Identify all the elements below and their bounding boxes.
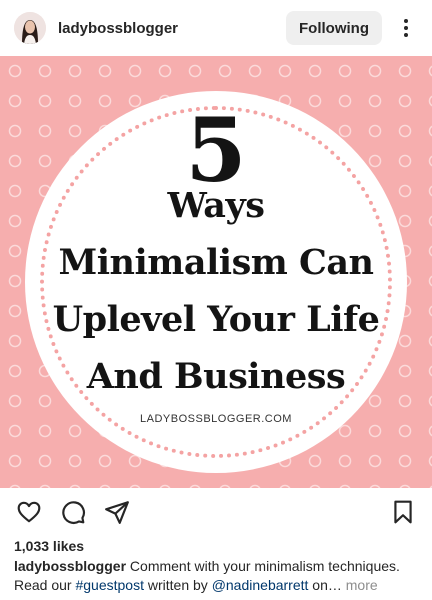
share-icon[interactable]: [102, 497, 132, 527]
site-url: LADYBOSSBLOGGER.COM: [140, 413, 292, 425]
avatar-image: [14, 12, 46, 44]
likes-count[interactable]: 1,033 likes: [14, 538, 84, 554]
caption-text: on…: [312, 577, 342, 593]
bookmark-icon[interactable]: [388, 497, 418, 527]
caption: ladybossblogger Comment with your minima…: [14, 557, 422, 595]
title-number: 5: [185, 98, 247, 202]
title-line: And Business: [86, 356, 346, 397]
title-line: Uplevel Your Life: [52, 299, 380, 340]
mention-link[interactable]: @nadinebarrett: [212, 577, 309, 593]
caption-text: written by: [147, 577, 208, 593]
hashtag-link[interactable]: #guestpost: [75, 577, 144, 593]
more-options-icon[interactable]: [394, 19, 418, 37]
following-button[interactable]: Following: [286, 11, 382, 45]
comment-icon[interactable]: [58, 497, 88, 527]
post-image[interactable]: 5 Ways Minimalism Can Uplevel Your Life …: [0, 56, 432, 488]
avatar[interactable]: [14, 12, 46, 44]
username[interactable]: ladybossblogger: [58, 20, 178, 37]
caption-text: Read our: [14, 577, 72, 593]
more-link[interactable]: more: [346, 577, 378, 593]
title-line: Minimalism Can: [58, 242, 375, 283]
title-line: Ways: [167, 185, 265, 226]
caption-username[interactable]: ladybossblogger: [14, 558, 126, 574]
caption-text: Comment with your minimalism techniques.: [129, 558, 400, 574]
action-bar: [0, 490, 432, 534]
heart-icon[interactable]: [14, 497, 44, 527]
post-header: ladybossblogger Following: [0, 0, 432, 56]
